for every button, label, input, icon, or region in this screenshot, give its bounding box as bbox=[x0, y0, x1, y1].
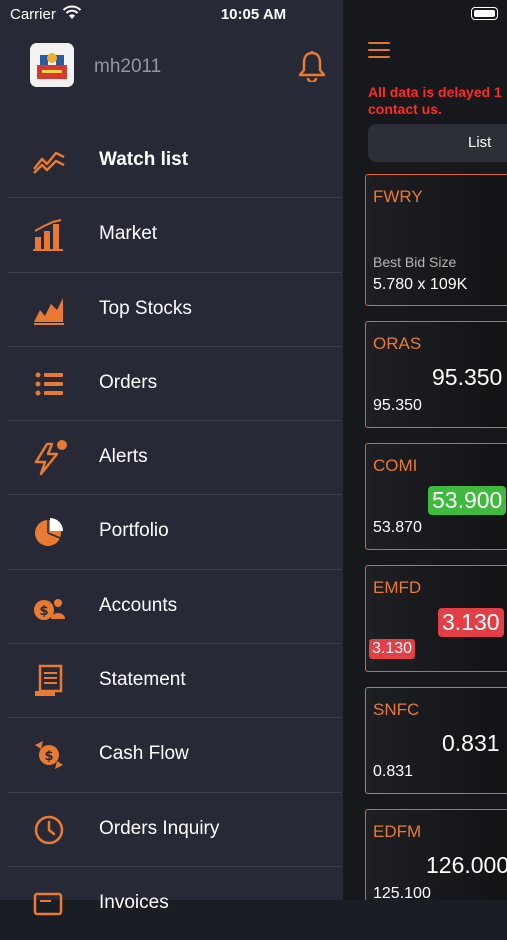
stock-price: 0.831 bbox=[442, 730, 500, 756]
menu-item-invoices[interactable]: Invoices bbox=[7, 867, 342, 940]
stock-last: 95.350 bbox=[373, 397, 422, 414]
segment-list[interactable]: List bbox=[468, 134, 491, 151]
stock-price: 95.350 bbox=[432, 364, 503, 390]
orders-list-icon bbox=[35, 372, 63, 396]
menu-item-cash-flow[interactable]: $ Cash Flow bbox=[7, 718, 342, 793]
menu-item-label: Watch list bbox=[99, 149, 189, 170]
stock-last: 53.870 bbox=[373, 519, 422, 536]
avatar-logo-icon bbox=[30, 43, 74, 87]
accounts-icon: $ bbox=[34, 598, 65, 620]
menu-item-label: Invoices bbox=[99, 891, 169, 913]
stock-card-fwry[interactable]: FWRY Best Bid Size 5.780 x 109K bbox=[365, 174, 507, 306]
clock-icon bbox=[34, 815, 64, 844]
best-bid-label: Best Bid Size bbox=[373, 254, 457, 270]
stock-symbol: COMI bbox=[373, 456, 418, 475]
invoices-icon bbox=[33, 892, 63, 916]
menu-item-label: Cash Flow bbox=[99, 743, 189, 765]
menu-item-market[interactable]: Market bbox=[7, 198, 342, 273]
stock-price-down: 3.130 bbox=[438, 608, 504, 637]
cash-flow-icon: $ bbox=[35, 741, 63, 770]
stock-last-down: 3.130 bbox=[369, 639, 416, 659]
view-segmented-control[interactable]: List bbox=[368, 124, 507, 162]
stock-last: 0.831 bbox=[373, 763, 414, 780]
stock-price: 126.000 bbox=[426, 852, 507, 878]
menu-item-top-stocks[interactable]: Top Stocks bbox=[7, 273, 342, 347]
stock-symbol: FWRY bbox=[373, 187, 423, 206]
status-bar: Carrier 10:05 AM bbox=[0, 0, 507, 30]
menu-item-watch-list[interactable]: Watch list bbox=[7, 124, 342, 199]
menu-item-orders[interactable]: Orders bbox=[7, 347, 342, 422]
status-time: 10:05 AM bbox=[220, 6, 287, 23]
hamburger-menu-icon[interactable] bbox=[368, 42, 390, 60]
top-stocks-icon bbox=[34, 297, 64, 325]
statement-icon bbox=[35, 664, 63, 697]
menu-item-portfolio[interactable]: Portfolio bbox=[7, 495, 342, 570]
menu-item-label: Top Stocks bbox=[99, 297, 192, 319]
menu-item-label: Orders bbox=[99, 371, 158, 393]
stock-card-comi[interactable]: COMI 53.900 53.870 bbox=[365, 443, 507, 550]
menu-item-label: Market bbox=[99, 223, 158, 245]
best-bid-value: 5.780 x 109K bbox=[373, 276, 468, 293]
drawer-menu: Watch list Market Top Stocks Orders Aler… bbox=[7, 124, 342, 940]
stock-symbol: EDFM bbox=[373, 822, 422, 841]
menu-item-label: Portfolio bbox=[99, 520, 169, 542]
menu-item-label: Alerts bbox=[99, 446, 148, 468]
stock-symbol: EMFD bbox=[373, 578, 422, 597]
svg-text:$: $ bbox=[44, 749, 53, 764]
alerts-lightning-icon bbox=[34, 440, 67, 476]
svg-text:$: $ bbox=[39, 604, 48, 619]
warning-line: All data is delayed 1 bbox=[368, 84, 502, 100]
side-drawer: mh2011 Watch list Market Top Stocks Orde… bbox=[0, 0, 343, 916]
watchlist-chart-icon bbox=[33, 151, 65, 174]
stock-last: 125.100 bbox=[373, 885, 431, 900]
portfolio-pie-icon bbox=[35, 518, 63, 547]
stock-card-snfc[interactable]: SNFC 0.831 0.831 bbox=[365, 687, 507, 794]
menu-item-alerts[interactable]: Alerts bbox=[7, 421, 342, 496]
menu-item-label: Statement bbox=[99, 669, 186, 691]
avatar[interactable] bbox=[30, 43, 74, 87]
stock-card-emfd[interactable]: EMFD 3.130 3.130 bbox=[365, 565, 507, 672]
menu-item-orders-inquiry[interactable]: Orders Inquiry bbox=[7, 793, 342, 867]
stock-symbol: ORAS bbox=[373, 334, 422, 353]
market-bar-chart-icon bbox=[33, 219, 63, 252]
warning-line: contact us. bbox=[368, 101, 442, 117]
main-panel: All data is delayed 1 contact us. List F… bbox=[343, 0, 507, 900]
menu-item-statement[interactable]: Statement bbox=[7, 644, 342, 719]
battery-icon bbox=[471, 7, 498, 20]
stock-card-oras[interactable]: ORAS 95.350 95.350 bbox=[365, 321, 507, 428]
stock-price-up: 53.900 bbox=[428, 486, 507, 515]
username: mh2011 bbox=[94, 56, 162, 77]
menu-item-label: Orders Inquiry bbox=[99, 817, 220, 839]
menu-item-label: Accounts bbox=[99, 594, 178, 616]
stock-symbol: SNFC bbox=[373, 700, 420, 719]
menu-item-accounts[interactable]: $ Accounts bbox=[7, 570, 342, 645]
delay-warning: All data is delayed 1 contact us. bbox=[368, 84, 507, 118]
stock-card-edfm[interactable]: EDFM 126.000 125.100 bbox=[365, 809, 507, 900]
bell-icon[interactable] bbox=[298, 50, 326, 82]
